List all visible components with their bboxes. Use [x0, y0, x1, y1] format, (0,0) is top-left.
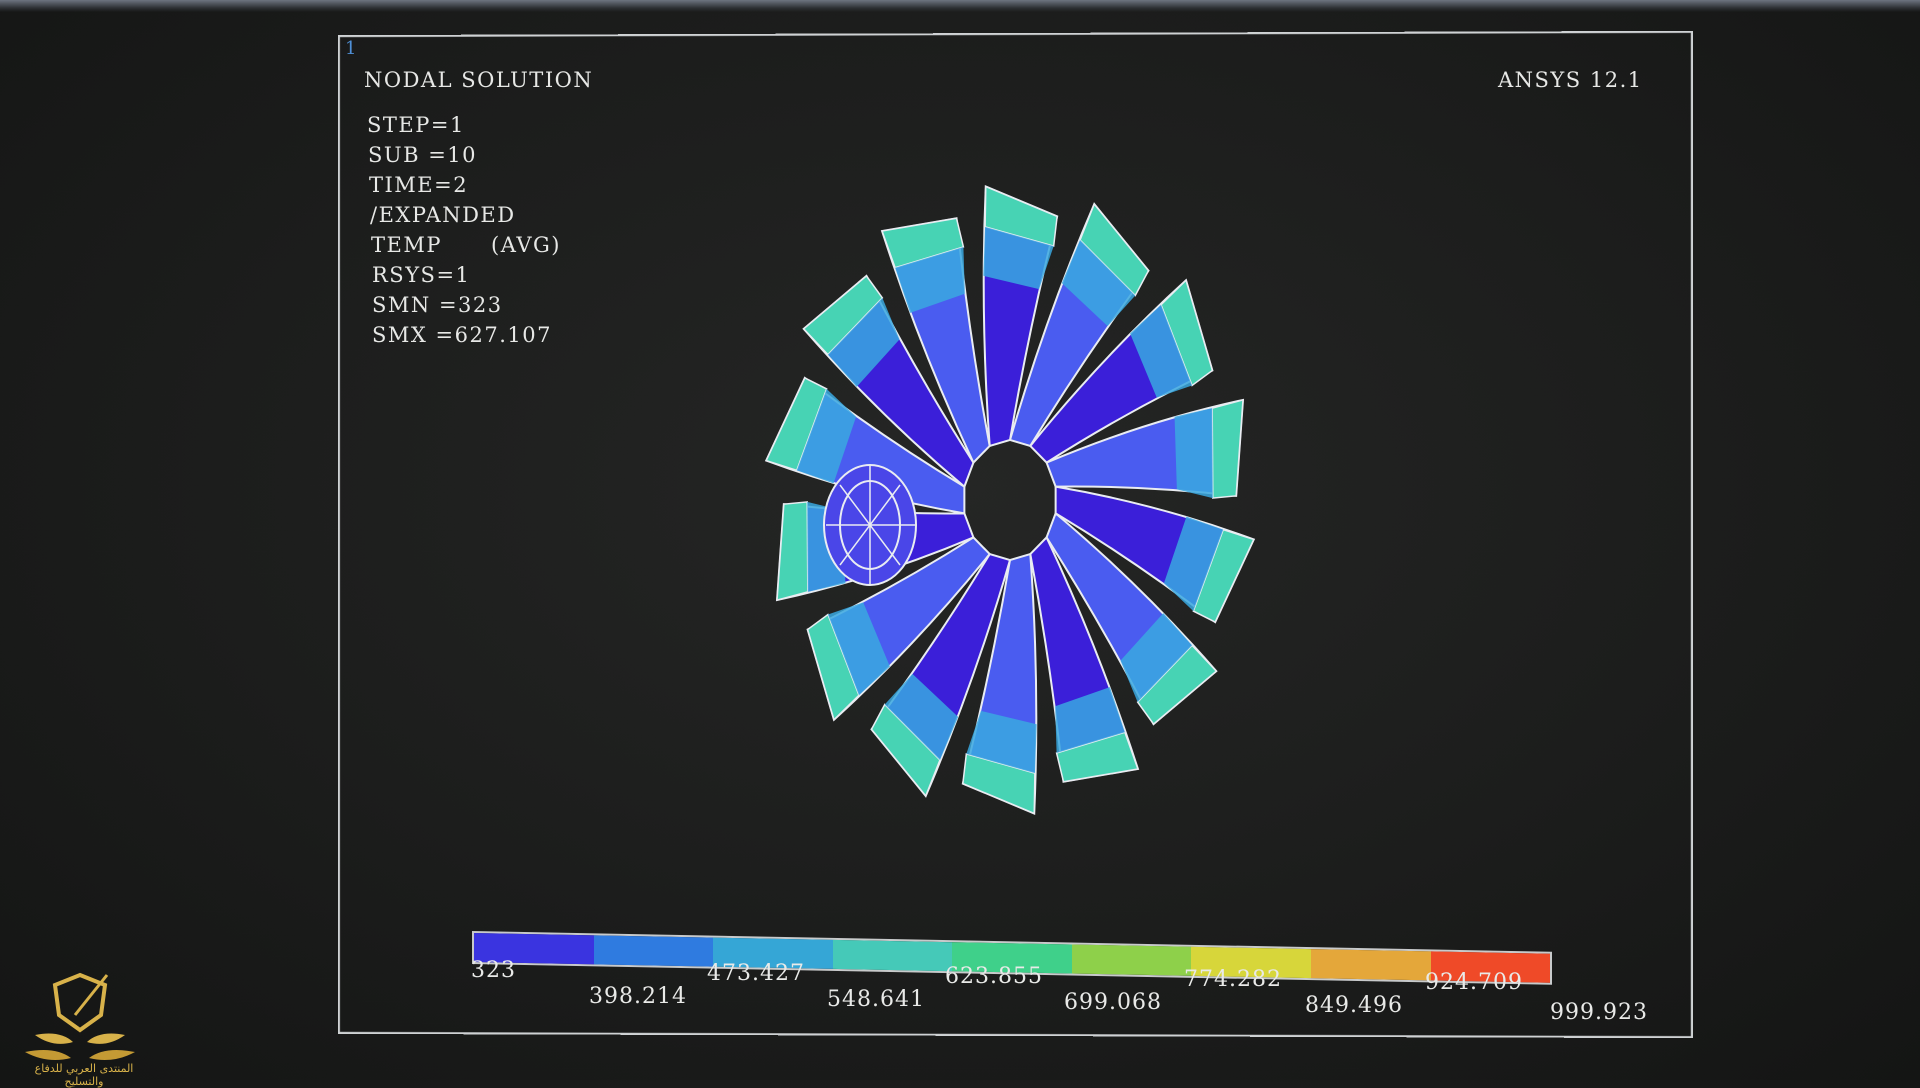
watermark-text: المنتدى العربي للدفاع والتسليح	[34, 1062, 134, 1088]
info-rsys: RSYS=1	[372, 263, 471, 287]
legend-color-segment-5	[1071, 944, 1192, 976]
legend-tick-3: 548.641	[827, 987, 925, 1012]
software-version: ANSYS 12.1	[1498, 68, 1643, 92]
info-substep: SUB =10	[368, 143, 478, 167]
plot-title: NODAL SOLUTION	[364, 68, 594, 92]
info-temperature: TEMP (AVG)	[371, 233, 561, 257]
blade-midband	[1174, 408, 1213, 499]
info-step: STEP=1	[367, 113, 465, 137]
legend-tick-0: 323	[471, 958, 516, 983]
window-number: 1	[345, 38, 357, 59]
legend-color-segment-3	[832, 939, 953, 972]
legend-tick-1: 398.214	[589, 984, 687, 1009]
impeller-hub	[823, 464, 917, 586]
info-time: TIME=2	[369, 173, 469, 197]
legend-color-segment-7	[1310, 949, 1431, 981]
legend-tick-4: 623.855	[945, 964, 1043, 989]
legend-tick-7: 849.496	[1305, 993, 1403, 1018]
legend-color-segment-1	[593, 935, 714, 967]
legend-tick-9: 999.923	[1550, 1000, 1648, 1025]
legend-tick-6: 774.282	[1184, 967, 1282, 992]
monitor-top-edge	[0, 0, 1920, 12]
impeller-model[interactable]	[730, 135, 1290, 865]
legend-tick-8: 924.709	[1425, 970, 1523, 995]
legend-tick-2: 473.427	[707, 961, 805, 986]
info-smn: SMN =323	[372, 293, 503, 317]
info-smx: SMX =627.107	[372, 323, 552, 347]
blade-tip	[1211, 398, 1244, 499]
legend-tick-5: 699.068	[1064, 990, 1162, 1015]
blade-tip	[776, 501, 809, 602]
info-expanded: /EXPANDED	[370, 203, 516, 227]
